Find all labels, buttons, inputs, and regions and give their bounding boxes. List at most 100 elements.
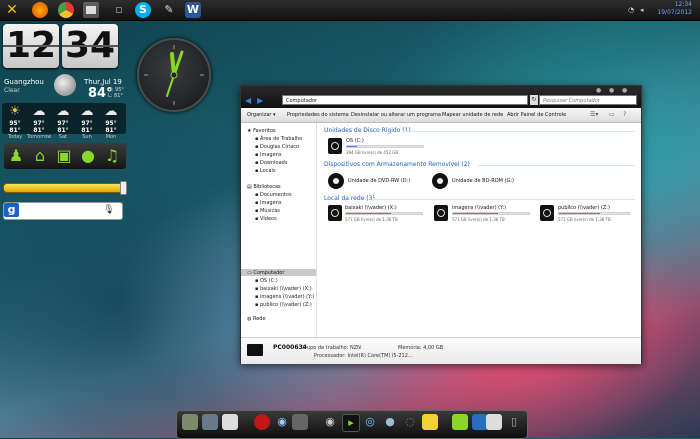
android-icon[interactable]: ♟	[7, 146, 25, 166]
notes-icon[interactable]	[422, 414, 438, 430]
dock-disc-icon[interactable]: ◎	[362, 414, 378, 430]
system-properties-button[interactable]: Propriedades do sistema	[287, 112, 349, 118]
organize-button[interactable]: Organizar ▾	[247, 112, 276, 118]
dock-android-icon[interactable]	[452, 414, 468, 430]
photoshop-icon[interactable]	[292, 414, 308, 430]
nav-item-lib-images[interactable]: ▪ Imagens	[255, 200, 281, 206]
address-bar[interactable]: Computador	[282, 95, 528, 105]
dock-image-icon[interactable]	[202, 414, 218, 430]
nav-item-places[interactable]: ▪ Locais	[255, 168, 276, 174]
close-icon[interactable]: ●	[622, 87, 627, 94]
control-panel-button[interactable]: Abrir Painel de Controle	[507, 112, 566, 118]
clock-time: 12:34	[674, 1, 692, 8]
firefox-icon[interactable]	[32, 2, 48, 18]
film-icon[interactable]: ▣	[55, 146, 73, 166]
minimize-icon[interactable]: ●	[596, 87, 601, 94]
angry-birds-icon[interactable]	[254, 414, 270, 430]
nav-item-desktop[interactable]: ▪ Área de Trabalho	[255, 136, 302, 142]
weather-city: Guangzhou	[4, 78, 44, 86]
search-placeholder: Pesquisar Computador	[543, 98, 600, 104]
bd-drive-icon[interactable]	[432, 173, 448, 189]
group-network-header[interactable]: Local da rede (3)	[324, 195, 375, 202]
maximize-icon[interactable]: ●	[609, 87, 614, 94]
nav-item-downloads[interactable]: ▪ Downloads	[255, 160, 287, 166]
taskbar: ✕ ▫ S ✎ W ◔ ◂ 12:34 19/07/2012	[0, 0, 700, 21]
nav-network[interactable]: ◍ Rede	[247, 316, 266, 322]
terminal-icon[interactable]: ▸	[342, 414, 360, 432]
dock-globe-icon[interactable]: ◉	[274, 414, 290, 430]
network-drive-name[interactable]: baixaki (\\vader) (X:)	[345, 205, 397, 211]
volume-slider[interactable]	[3, 183, 125, 193]
dock-document-icon[interactable]	[222, 414, 238, 430]
nav-item-drive-y[interactable]: ▪ imagens (\\vader) (Y:)	[255, 294, 314, 300]
recycle-bin-icon[interactable]: ▯	[506, 414, 522, 430]
system-clock[interactable]: 12:34 19/07/2012	[657, 1, 692, 17]
home-icon[interactable]: ⌂	[31, 146, 49, 166]
analog-clock-face-icon	[144, 45, 204, 105]
start-windows-icon[interactable]: ✕	[4, 2, 20, 18]
content-pane: Unidades de Disco Rígido (1) OS (C:) 394…	[318, 123, 641, 337]
dock-document-icon[interactable]	[486, 414, 502, 430]
storm-cloud-icon: ☁	[56, 104, 70, 119]
network-drive-name[interactable]: publico (\\vader) (Z:)	[558, 205, 610, 211]
nav-item-user[interactable]: ▪ Douglas Ciriaco	[255, 144, 299, 150]
map-network-drive-button[interactable]: Mapear unidade de rede	[442, 112, 503, 118]
processor: Processador: Intel(R) Core(TM) i5-212...	[314, 353, 413, 359]
nav-computer[interactable]: ▭ Computador	[247, 270, 284, 276]
bd-drive-name[interactable]: Unidade de BD-ROM (G:)	[452, 178, 514, 184]
dvd-drive-name[interactable]: Unidade de DVD-RW (D:)	[348, 178, 410, 184]
nav-item-music[interactable]: ▪ Músicas	[255, 208, 280, 214]
back-icon[interactable]: ◀	[245, 96, 251, 105]
word-icon[interactable]: W	[185, 2, 201, 18]
search-input[interactable]: Pesquisar Computador	[539, 95, 637, 105]
explorer-titlebar: ● ● ● ◀ ▶ Computador ↻ Pesquisar Computa…	[241, 86, 641, 108]
preview-pane-icon[interactable]: ▭	[609, 111, 615, 118]
flip-clock-minutes: 34	[62, 24, 118, 68]
nav-item-drive-z[interactable]: ▪ publico (\\vader) (Z:)	[255, 302, 312, 308]
storm-cloud-icon: ☁	[80, 104, 94, 119]
hard-drive-icon[interactable]	[328, 138, 342, 154]
dock-network-icon[interactable]: ◉	[322, 414, 338, 430]
analog-clock	[137, 38, 211, 112]
group-hdd-header[interactable]: Unidades de Disco Rígido (1)	[324, 127, 411, 134]
group-removable-header[interactable]: Dispositivos com Armazenamento Removível…	[324, 161, 470, 168]
dock-disc-icon[interactable]: ●	[382, 414, 398, 430]
nav-libraries[interactable]: ▤ Bibliotecas	[247, 184, 281, 190]
folder-icon[interactable]	[83, 2, 99, 18]
network-drive-name[interactable]: imagens (\\vader) (Y:)	[452, 205, 506, 211]
dvd-drive-icon[interactable]	[328, 173, 344, 189]
refresh-icon[interactable]: ↻	[530, 95, 538, 105]
help-icon[interactable]: ?	[623, 111, 626, 118]
network-drive-usage-fill	[346, 213, 391, 214]
drive-c-name[interactable]: OS (C:)	[346, 138, 364, 144]
notepad-icon[interactable]: ✎	[161, 2, 177, 18]
microphone-icon[interactable]: 🎙	[103, 204, 115, 216]
volume-slider-handle[interactable]	[120, 181, 127, 195]
nav-item-drive-c[interactable]: ▪ OS (C:)	[255, 278, 278, 284]
dock-image-icon[interactable]	[182, 414, 198, 430]
view-options-icon[interactable]: ☰▾	[590, 111, 598, 118]
nav-item-images[interactable]: ▪ Imagens	[255, 152, 281, 158]
music-icon[interactable]: ♫	[103, 146, 121, 166]
network-drive-icon[interactable]	[540, 205, 554, 221]
volume-icon[interactable]: ◂	[640, 6, 644, 14]
globe-icon[interactable]: ●	[79, 146, 97, 166]
wifi-icon[interactable]: ◔	[628, 6, 634, 14]
skype-icon[interactable]: S	[135, 2, 151, 18]
weather-date: Thur,Jul 19	[84, 78, 122, 86]
details-pane: PC000634 Grupo de trabalho: NZN Memória:…	[241, 337, 641, 364]
network-drive-icon[interactable]	[328, 205, 342, 221]
taskbar-blank-icon[interactable]: ▫	[111, 2, 127, 18]
forward-icon[interactable]: ▶	[257, 96, 263, 105]
nav-item-drive-x[interactable]: ▪ baixaki (\\vader) (X:)	[255, 286, 312, 292]
forecast-day: ☁ 97° 81° Sat	[51, 104, 75, 140]
nav-item-videos[interactable]: ▪ Vídeos	[255, 216, 277, 222]
network-drive-icon[interactable]	[434, 205, 448, 221]
dock-settings-icon[interactable]: ◌	[402, 414, 418, 430]
group-divider	[373, 199, 635, 200]
navigation-pane: ★ Favoritos ▪ Área de Trabalho ▪ Douglas…	[241, 123, 317, 337]
chrome-icon[interactable]	[58, 2, 74, 18]
nav-item-documents[interactable]: ▪ Documentos	[255, 192, 292, 198]
nav-favorites[interactable]: ★ Favoritos	[247, 128, 276, 134]
uninstall-program-button[interactable]: Desinstalar ou alterar um programa	[351, 112, 441, 118]
